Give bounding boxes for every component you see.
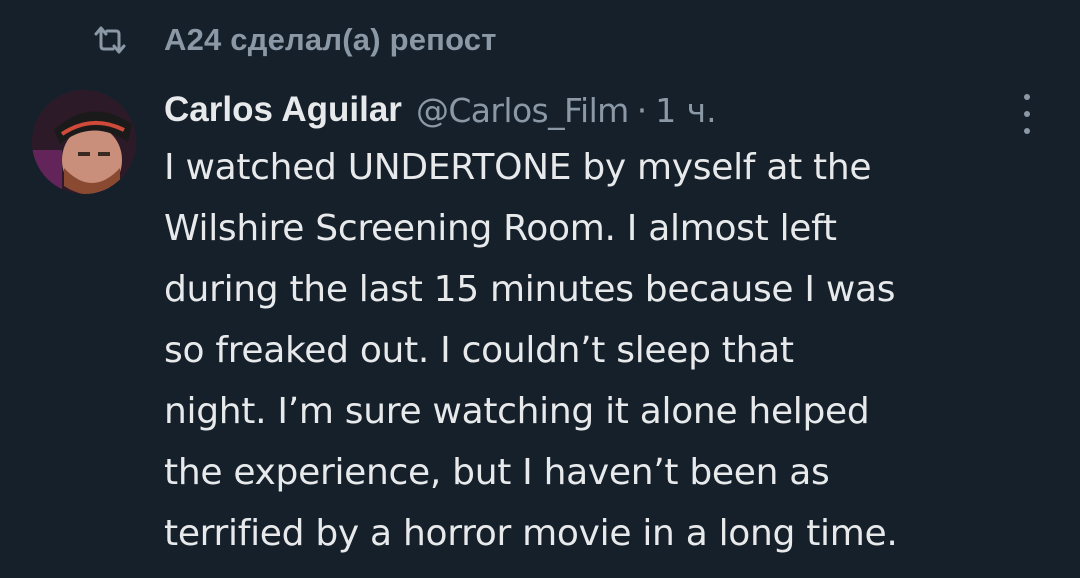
author-name[interactable]: Carlos Aguilar: [164, 90, 402, 130]
more-vertical-icon[interactable]: [1012, 94, 1042, 134]
tweet-header: Carlos Aguilar @Carlos_Film · 1 ч.: [164, 84, 717, 136]
tweet-text-line: I watched UNDERTONE by myself at the: [164, 147, 872, 188]
repost-indicator[interactable]: A24 сделал(а) репост: [92, 18, 497, 62]
tweet-text-line: the experience, but I haven’t been as: [164, 452, 830, 493]
tweet-text-line: terrified by a horror movie in a long ti…: [164, 513, 898, 554]
more-dot: [1024, 128, 1030, 134]
more-dot: [1024, 111, 1030, 117]
repost-icon: [92, 25, 128, 55]
tweet-text-line: Wilshire Screening Room. I almost left: [164, 208, 837, 249]
timestamp[interactable]: 1 ч.: [655, 91, 716, 130]
tweet-text-line: during the last 15 minutes because I was: [164, 269, 896, 310]
repost-label: A24 сделал(а) репост: [164, 22, 497, 57]
more-dot: [1024, 94, 1030, 100]
author-handle[interactable]: @Carlos_Film: [416, 91, 629, 130]
tweet-text-line: night. I’m sure watching it alone helped: [164, 391, 870, 432]
separator-dot: ·: [636, 90, 648, 130]
tweet-text-line: so freaked out. I couldn’t sleep that: [164, 330, 794, 371]
tweet-text: I watched UNDERTONE by myself at the Wil…: [164, 137, 1064, 564]
avatar[interactable]: [32, 90, 136, 194]
